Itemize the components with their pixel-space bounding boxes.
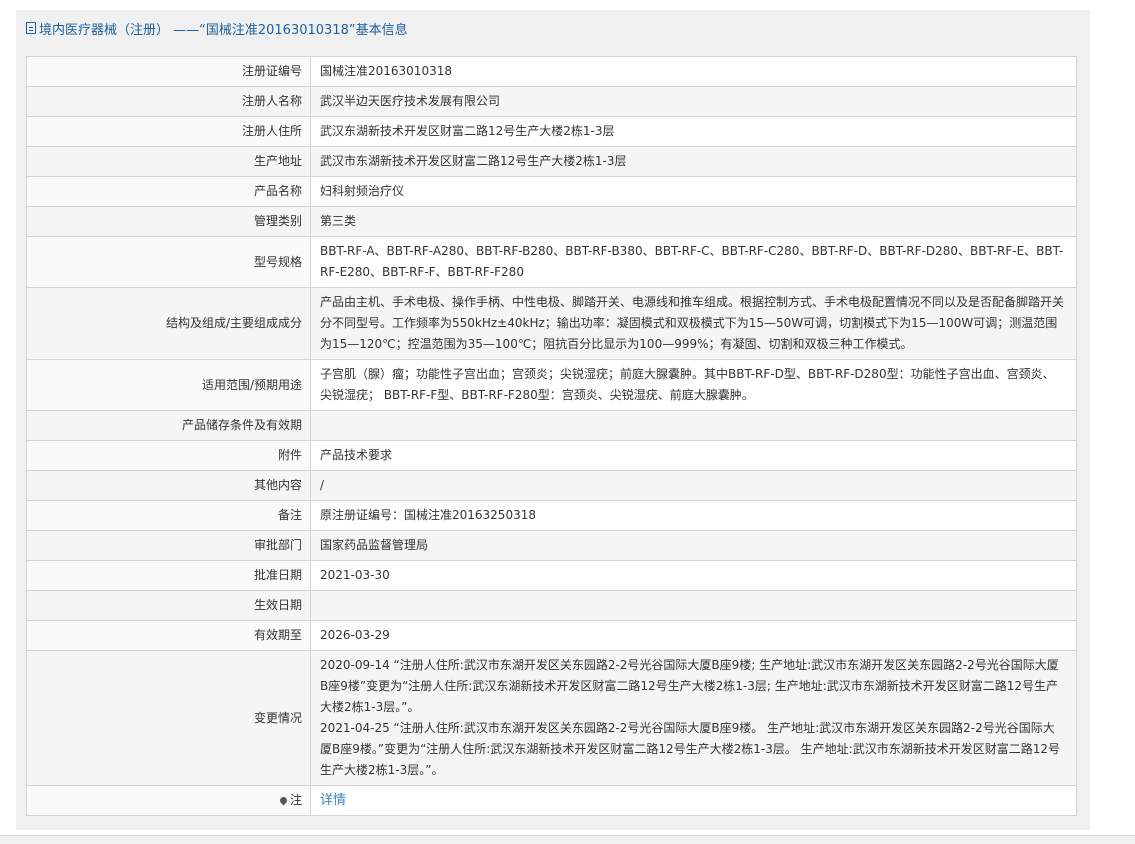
row-value: BBT-RF-A、BBT-RF-A280、BBT-RF-B280、BBT-RF-… [310, 236, 1077, 288]
row-label: 注册人名称 [26, 86, 311, 117]
table-row: 结构及组成/主要组成成分 产品由主机、手术电极、操作手柄、中性电极、脚踏开关、电源… [26, 287, 1077, 360]
row-value: 子宫肌（腺）瘤；功能性子宫出血；宫颈炎；尖锐湿疣；前庭大腺囊肿。其中BBT-RF… [310, 359, 1077, 411]
table-row: 生效日期 [26, 590, 1077, 621]
detail-panel: 境内医疗器械（注册） ——“国械注准20163010318”基本信息 注册证编号… [16, 10, 1090, 830]
row-label: 适用范围/预期用途 [26, 359, 311, 411]
change-entry: 2021-04-25 “注册人住所:武汉市东湖开发区关东园路2-2号光谷国际大厦… [320, 721, 1060, 777]
row-label: 注 [26, 785, 311, 816]
row-label: 注册人住所 [26, 116, 311, 147]
table-row: 附件 产品技术要求 [26, 440, 1077, 471]
table-row: 注册证编号 国械注准20163010318 [26, 56, 1077, 87]
row-label: 有效期至 [26, 620, 311, 651]
row-value: 妇科射频治疗仪 [310, 176, 1077, 207]
table-row: 注册人名称 武汉半边天医疗技术发展有限公司 [26, 86, 1077, 117]
table-row: 审批部门 国家药品监督管理局 [26, 530, 1077, 561]
row-value: 国家药品监督管理局 [310, 530, 1077, 561]
table-row: 注册人住所 武汉东湖新技术开发区财富二路12号生产大楼2栋1-3层 [26, 116, 1077, 147]
row-label: 生效日期 [26, 590, 311, 621]
table-row: 有效期至 2026-03-29 [26, 620, 1077, 651]
row-value: 国械注准20163010318 [310, 56, 1077, 87]
table-row: 备注 原注册证编号：国械注准20163250318 [26, 500, 1077, 531]
row-label: 审批部门 [26, 530, 311, 561]
table-row: 批准日期 2021-03-30 [26, 560, 1077, 591]
row-label: 变更情况 [26, 650, 311, 786]
document-icon [26, 22, 36, 34]
row-value [310, 590, 1077, 621]
row-label: 管理类别 [26, 206, 311, 237]
row-label: 附件 [26, 440, 311, 471]
row-value: 武汉半边天医疗技术发展有限公司 [310, 86, 1077, 117]
row-value: / [310, 470, 1077, 501]
row-value [310, 410, 1077, 441]
page-title: 境内医疗器械（注册） ——“国械注准20163010318”基本信息 [39, 22, 408, 38]
row-label: 产品储存条件及有效期 [26, 410, 311, 441]
row-label: 生产地址 [26, 146, 311, 177]
row-value: 产品技术要求 [310, 440, 1077, 471]
table-row: 生产地址 武汉市东湖新技术开发区财富二路12号生产大楼2栋1-3层 [26, 146, 1077, 177]
table-row: 管理类别 第三类 [26, 206, 1077, 237]
row-label: 备注 [26, 500, 311, 531]
row-value: 2026-03-29 [310, 620, 1077, 651]
row-value: 第三类 [310, 206, 1077, 237]
row-value: 武汉市东湖新技术开发区财富二路12号生产大楼2栋1-3层 [310, 146, 1077, 177]
row-value: 2021-03-30 [310, 560, 1077, 591]
row-label: 注册证编号 [26, 56, 311, 87]
info-table: 注册证编号 国械注准20163010318 注册人名称 武汉半边天医疗技术发展有限公司… [26, 56, 1077, 816]
panel-header: 境内医疗器械（注册） ——“国械注准20163010318”基本信息 [16, 10, 1090, 46]
row-value: 详情 [310, 785, 1077, 816]
info-table-body: 注册证编号 国械注准20163010318 注册人名称 武汉半边天医疗技术发展有限公司… [26, 56, 1077, 816]
table-row: 其他内容 / [26, 470, 1077, 501]
note-label: 注 [289, 793, 302, 807]
row-value: 武汉东湖新技术开发区财富二路12号生产大楼2栋1-3层 [310, 116, 1077, 147]
table-row: 适用范围/预期用途 子宫肌（腺）瘤；功能性子宫出血；宫颈炎；尖锐湿疣；前庭大腺囊肿… [26, 359, 1077, 411]
table-row: 产品名称 妇科射频治疗仪 [26, 176, 1077, 207]
change-history-list: 2020-09-14 “注册人住所:武汉市东湖开发区关东园路2-2号光谷国际大厦… [310, 650, 1077, 786]
row-label: 产品名称 [26, 176, 311, 207]
change-history-row: 变更情况 2020-09-14 “注册人住所:武汉市东湖开发区关东园路2-2号光谷… [26, 650, 1077, 786]
row-label: 批准日期 [26, 560, 311, 591]
row-label: 结构及组成/主要组成成分 [26, 287, 311, 360]
row-value: 产品由主机、手术电极、操作手柄、中性电极、脚踏开关、电源线和推车组成。根据控制方… [310, 287, 1077, 360]
row-label: 其他内容 [26, 470, 311, 501]
map-pin-icon [278, 795, 289, 806]
row-value: 原注册证编号：国械注准20163250318 [310, 500, 1077, 531]
details-link[interactable]: 详情 [320, 793, 346, 808]
table-row: 产品储存条件及有效期 [26, 410, 1077, 441]
row-label: 型号规格 [26, 236, 311, 288]
table-row: 型号规格 BBT-RF-A、BBT-RF-A280、BBT-RF-B280、BBT… [26, 236, 1077, 288]
note-row: 注 详情 [26, 785, 1077, 816]
change-entry: 2020-09-14 “注册人住所:武汉市东湖开发区关东园路2-2号光谷国际大厦… [320, 658, 1059, 714]
